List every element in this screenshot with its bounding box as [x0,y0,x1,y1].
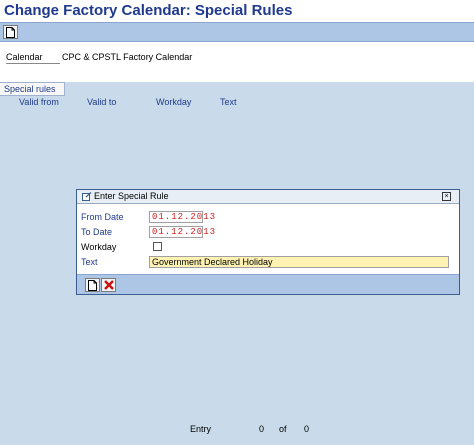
new-entries-button[interactable] [3,25,18,39]
entry-current: 0 [259,424,265,434]
application-toolbar [0,22,474,42]
column-valid-from[interactable]: Valid from [19,97,59,107]
dialog-footer [77,274,459,294]
from-date-label: From Date [81,212,124,222]
workday-label: Workday [81,242,117,252]
calendar-row: Calendar CPC & CPSTL Factory Calendar [0,45,474,81]
cancel-button[interactable] [101,278,116,292]
dialog-title: Enter Special Rule [94,191,169,201]
to-date-label: To Date [81,227,113,237]
text-field[interactable]: Government Declared Holiday [149,256,449,268]
document-icon [88,279,97,291]
from-date-field[interactable]: 01.12.2013 [149,211,215,223]
column-text[interactable]: Text [220,97,237,107]
workday-checkbox[interactable] [153,242,162,251]
document-icon [6,26,15,38]
close-icon[interactable]: × [442,192,451,201]
calendar-label: Calendar [6,51,60,64]
edit-icon [82,192,92,205]
text-label: Text [81,257,98,267]
page-title: Change Factory Calendar: Special Rules [4,2,293,19]
column-workday[interactable]: Workday [156,97,191,107]
to-date-field[interactable]: 01.12.2013 [149,226,215,238]
enter-special-rule-dialog: Enter Special Rule × From Date 01.12.201… [76,189,460,295]
column-valid-to[interactable]: Valid to [87,97,116,107]
entry-label: Entry [190,424,212,434]
entry-of-label: of [279,424,287,434]
calendar-value: CPC & CPSTL Factory Calendar [62,52,193,62]
continue-button[interactable] [85,278,100,292]
cancel-icon [103,280,114,290]
special-rules-tab[interactable]: Special rules [0,82,65,96]
dialog-title-bar: Enter Special Rule × [77,190,459,204]
entry-total: 0 [304,424,310,434]
